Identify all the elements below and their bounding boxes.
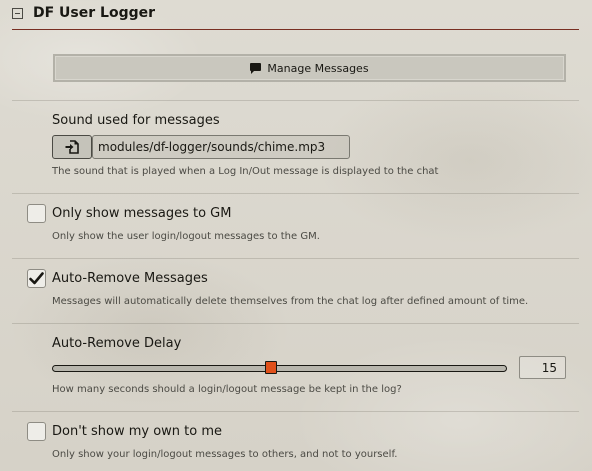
auto-remove-hint: Messages will automatically delete thems… <box>52 296 529 307</box>
divider <box>12 193 579 194</box>
auto-remove-checkbox[interactable] <box>27 269 46 288</box>
divider <box>12 411 579 412</box>
delay-slider-thumb[interactable] <box>265 361 277 374</box>
manage-messages-label: Manage Messages <box>267 61 369 75</box>
manage-messages-button[interactable]: Manage Messages <box>53 54 566 82</box>
gm-only-checkbox[interactable] <box>27 204 46 223</box>
gm-only-hint: Only show the user login/logout messages… <box>52 231 320 242</box>
divider <box>12 323 579 324</box>
delay-value-input[interactable] <box>519 356 566 379</box>
divider <box>12 258 579 259</box>
module-header: DF User Logger <box>12 4 579 30</box>
file-import-icon <box>65 140 79 154</box>
auto-remove-label: Auto-Remove Messages <box>52 271 208 286</box>
auto-remove-delay-label: Auto-Remove Delay <box>52 336 182 351</box>
file-picker-button[interactable] <box>52 135 92 159</box>
sound-setting-label: Sound used for messages <box>52 113 220 128</box>
gm-only-label: Only show messages to GM <box>52 206 232 221</box>
collapse-icon[interactable] <box>12 8 23 19</box>
comment-icon <box>250 63 262 74</box>
sound-path-input[interactable] <box>92 135 350 159</box>
hide-own-hint: Only show your login/logout messages to … <box>52 449 398 460</box>
delay-slider-track[interactable] <box>52 365 507 372</box>
auto-remove-delay-hint: How many seconds should a login/logout m… <box>52 384 402 395</box>
checkmark-icon <box>29 272 44 285</box>
module-title: DF User Logger <box>33 5 156 21</box>
divider <box>12 100 579 101</box>
hide-own-label: Don't show my own to me <box>52 424 223 439</box>
hide-own-checkbox[interactable] <box>27 422 46 441</box>
sound-setting-hint: The sound that is played when a Log In/O… <box>52 166 439 177</box>
